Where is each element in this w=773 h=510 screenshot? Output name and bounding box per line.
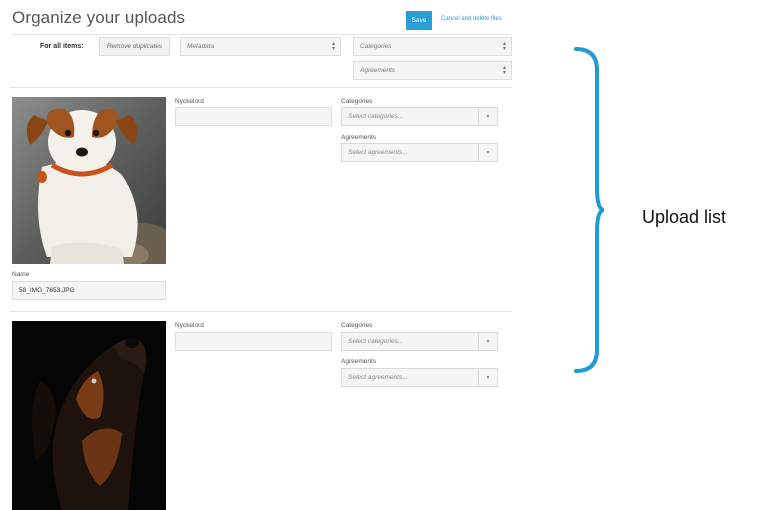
caret-down-icon: ▼: [478, 108, 497, 125]
agreements-select[interactable]: Select agreements... ▼: [341, 143, 498, 162]
upload-thumbnail-dog: [12, 321, 166, 510]
bulk-categories-select[interactable]: Categories ▴ ▾: [353, 37, 512, 56]
agreements-label: Agreements: [341, 358, 377, 365]
agreements-label: Agreements: [341, 134, 377, 141]
caret-down-icon: ▼: [478, 369, 497, 386]
for-all-items-label: For all items:: [40, 43, 84, 50]
keywords-label: Nyckelord: [175, 98, 204, 105]
item-divider: [10, 311, 512, 312]
name-input[interactable]: 58_IMG_7653.JPG: [12, 281, 166, 300]
cancel-and-delete-link[interactable]: Cancel and delete files: [441, 16, 502, 22]
metadata-select[interactable]: Metadata ▴ ▾: [180, 37, 341, 56]
bulk-agreements-select[interactable]: Agreements ▴ ▾: [353, 61, 512, 80]
categories-placeholder: Select categories...: [348, 338, 404, 345]
remove-duplicates-button[interactable]: Remove duplicates: [99, 37, 170, 56]
categories-label: Categories: [341, 322, 373, 329]
bulk-categories-value: Categories: [360, 43, 392, 50]
keywords-input[interactable]: [175, 332, 332, 351]
keywords-label: Nyckelord: [175, 322, 204, 329]
bulk-divider: [10, 87, 512, 88]
header-divider: [12, 34, 512, 35]
caret-down-icon: ▼: [478, 333, 497, 350]
categories-placeholder: Select categories...: [348, 113, 404, 120]
agreements-select[interactable]: Select agreements... ▼: [341, 368, 498, 387]
categories-select[interactable]: Select categories... ▼: [341, 107, 498, 126]
keywords-input[interactable]: [175, 107, 332, 126]
agreements-placeholder: Select agreements...: [348, 149, 408, 156]
upload-list-annotation: Upload list: [642, 207, 727, 227]
updown-arrows-icon: ▴ ▾: [331, 41, 335, 52]
categories-select[interactable]: Select categories... ▼: [341, 332, 498, 351]
updown-arrows-icon: ▴ ▾: [502, 65, 506, 76]
categories-label: Categories: [341, 98, 373, 105]
save-button[interactable]: Save: [406, 11, 432, 30]
bulk-agreements-value: Agreements: [360, 67, 396, 74]
upload-thumbnail-puppy: [12, 97, 166, 264]
caret-down-icon: ▼: [478, 144, 497, 161]
metadata-select-value: Metadata: [187, 43, 215, 50]
name-label: Name: [12, 271, 30, 278]
page-title: Organize your uploads: [12, 8, 186, 27]
curly-bracket-annotation: [574, 47, 605, 373]
updown-arrows-icon: ▴ ▾: [502, 41, 506, 52]
agreements-placeholder: Select agreements...: [348, 374, 408, 381]
